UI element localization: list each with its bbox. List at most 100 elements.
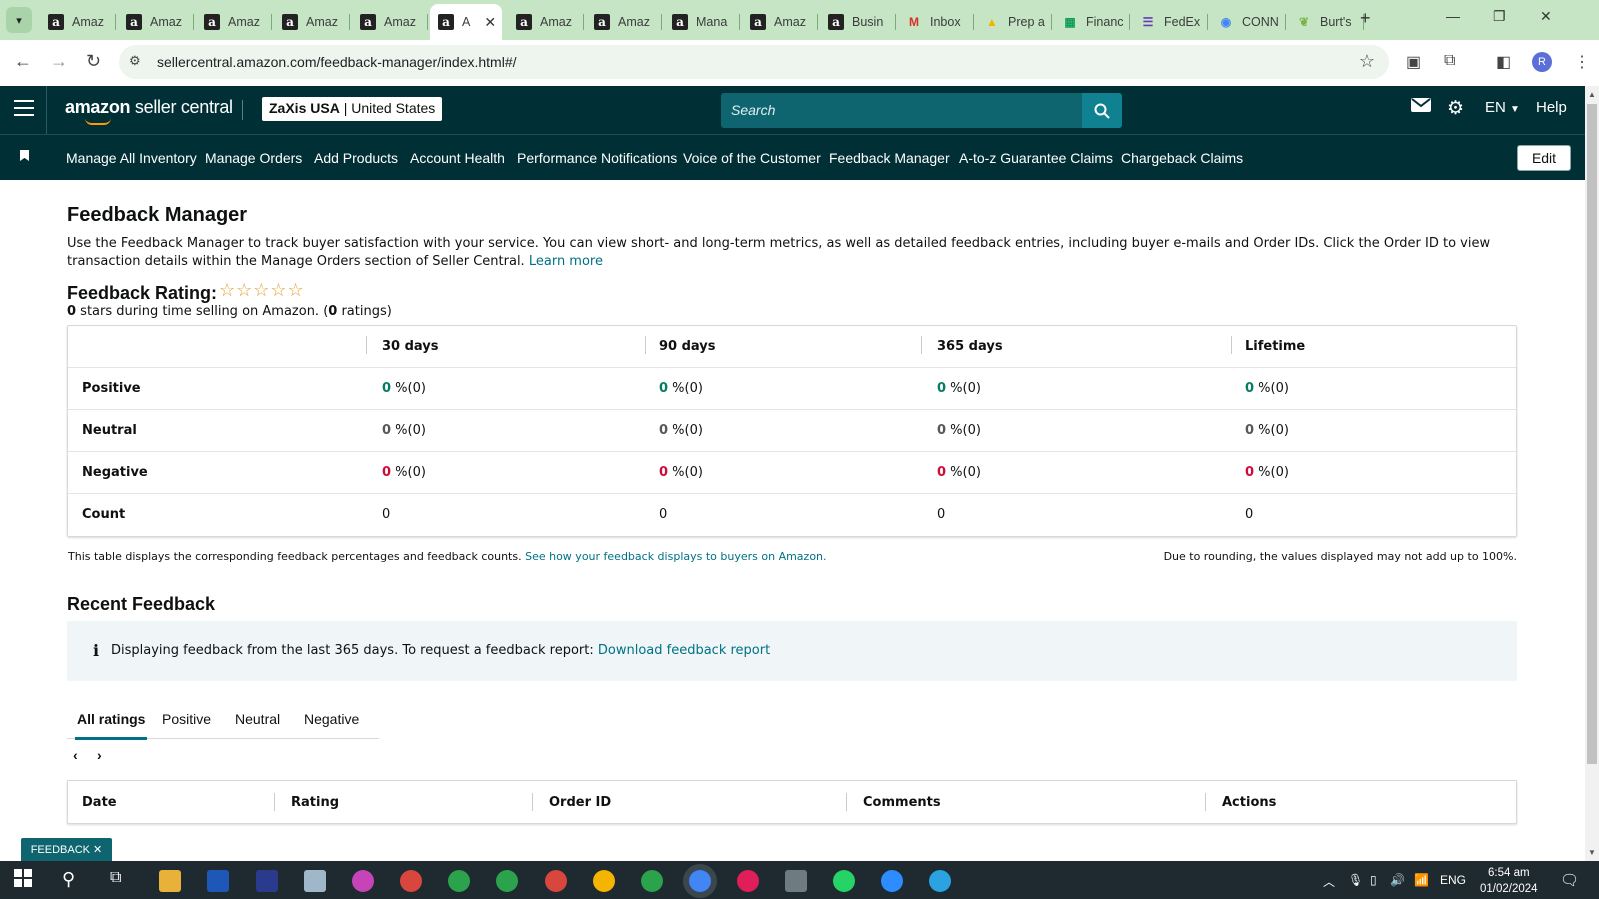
seller-central-logo[interactable]: amazon seller central: [65, 97, 233, 125]
restore-icon[interactable]: ❐: [1493, 8, 1506, 25]
feedback-column-header[interactable]: Comments: [863, 795, 941, 810]
whatsapp-icon[interactable]: [833, 870, 855, 892]
chrome-icon[interactable]: [448, 870, 470, 892]
app-badge-icon[interactable]: [352, 870, 374, 892]
settings-gear-icon[interactable]: ⚙: [1447, 97, 1464, 120]
profile-avatar[interactable]: R: [1532, 52, 1552, 72]
mail-icon[interactable]: [1411, 97, 1431, 117]
browser-tab[interactable]: M Inbox: [898, 6, 974, 38]
nav-item-account-health[interactable]: Account Health: [410, 150, 505, 166]
browser-tab[interactable]: a Amaz: [118, 6, 194, 38]
language-selector[interactable]: EN ▼: [1485, 99, 1520, 116]
close-tab-icon[interactable]: ✕: [484, 14, 496, 31]
browser-tab[interactable]: a Amaz: [586, 6, 662, 38]
nav-item-manage-all-inventory[interactable]: Manage All Inventory: [66, 150, 197, 166]
browser-menu-icon[interactable]: ⋮: [1574, 52, 1590, 72]
file-explorer-icon[interactable]: [159, 870, 181, 892]
extension-icon[interactable]: ▣: [1406, 52, 1421, 72]
store-selector[interactable]: ZaXis USA | United States: [262, 97, 443, 121]
browser-tab[interactable]: a Busin: [820, 6, 896, 38]
browser-tab[interactable]: ❦ Burt's: [1288, 6, 1364, 38]
feedback-column-header[interactable]: Order ID: [549, 795, 611, 810]
nav-item-chargeback-claims[interactable]: Chargeback Claims: [1121, 150, 1243, 166]
browser-tab[interactable]: ▦ Financ: [1054, 6, 1130, 38]
feedback-widget-button[interactable]: FEEDBACK ✕: [21, 838, 112, 862]
browser-tab[interactable]: a Amaz: [40, 6, 116, 38]
learn-more-link[interactable]: Learn more: [529, 254, 603, 269]
tab-search-button[interactable]: ▾: [6, 7, 32, 33]
chrome-icon[interactable]: [593, 870, 615, 892]
calculator-icon[interactable]: [785, 870, 807, 892]
feedback-column-header[interactable]: Actions: [1222, 795, 1276, 810]
tab-all-ratings[interactable]: All ratings: [74, 711, 148, 740]
new-tab-button[interactable]: +: [1360, 8, 1371, 29]
reload-icon[interactable]: ↻: [86, 51, 101, 72]
browser-tab[interactable]: a Amaz: [352, 6, 428, 38]
help-link[interactable]: Help: [1536, 99, 1567, 116]
back-icon[interactable]: ←: [14, 51, 32, 72]
tray-chevron-icon[interactable]: ︿: [1323, 873, 1335, 890]
chrome-icon[interactable]: [641, 870, 663, 892]
system-clock[interactable]: 6:54 am 01/02/2024: [1480, 865, 1538, 897]
side-panel-icon[interactable]: ◧: [1496, 52, 1511, 72]
feedback-column-header[interactable]: Rating: [291, 795, 339, 810]
search-taskbar-icon[interactable]: ⚲: [62, 869, 75, 890]
scroll-up-icon[interactable]: ▲: [1588, 90, 1596, 99]
browser-tab[interactable]: a A ✕: [430, 4, 502, 40]
notifications-icon[interactable]: 🗨: [1560, 871, 1579, 889]
scroll-down-icon[interactable]: ▼: [1588, 848, 1596, 857]
nav-item-add-products[interactable]: Add Products: [314, 150, 398, 166]
bookmark-icon[interactable]: [20, 150, 29, 161]
notes-icon[interactable]: [304, 870, 326, 892]
buyer-display-link[interactable]: See how your feedback displays to buyers…: [525, 550, 826, 563]
feedback-column-header[interactable]: Date: [82, 795, 117, 810]
next-page-icon[interactable]: ›: [97, 747, 102, 763]
app-icon[interactable]: [256, 870, 278, 892]
bookmark-star-icon[interactable]: ☆: [1359, 51, 1375, 72]
tab-neutral[interactable]: Neutral: [235, 711, 280, 727]
browser-tab[interactable]: a Amaz: [196, 6, 272, 38]
browser-tab[interactable]: ◉ CONN: [1210, 6, 1286, 38]
chrome-icon[interactable]: [689, 870, 711, 892]
page-scrollbar[interactable]: ▲ ▼: [1585, 86, 1599, 861]
nav-item-a-to-z-guarantee-claims[interactable]: A-to-z Guarantee Claims: [959, 150, 1113, 166]
download-report-link[interactable]: Download feedback report: [598, 643, 770, 658]
scroll-thumb[interactable]: [1587, 104, 1597, 764]
nav-item-feedback-manager[interactable]: Feedback Manager: [829, 150, 950, 166]
slack-icon[interactable]: [737, 870, 759, 892]
url-text[interactable]: sellercentral.amazon.com/feedback-manage…: [157, 54, 517, 70]
microphone-icon[interactable]: 🎙: [1348, 873, 1363, 887]
browser-tab[interactable]: a Amaz: [274, 6, 350, 38]
edit-nav-button[interactable]: Edit: [1517, 145, 1571, 171]
search-input[interactable]: [721, 93, 1082, 127]
windows-start-icon[interactable]: [14, 869, 32, 892]
chrome-icon[interactable]: [545, 870, 567, 892]
volume-icon[interactable]: 🔊: [1390, 873, 1405, 887]
browser-tab[interactable]: a Mana: [664, 6, 740, 38]
address-bar[interactable]: ⚙ sellercentral.amazon.com/feedback-mana…: [119, 45, 1389, 79]
chrome-icon[interactable]: [496, 870, 518, 892]
site-info-icon[interactable]: ⚙: [129, 53, 141, 69]
task-view-icon[interactable]: ⧉: [110, 869, 121, 887]
word-icon[interactable]: [207, 870, 229, 892]
nav-item-performance-notifications[interactable]: Performance Notifications: [517, 150, 677, 166]
tab-negative[interactable]: Negative: [304, 711, 359, 727]
battery-icon[interactable]: ▯: [1370, 873, 1377, 887]
chrome-icon[interactable]: [400, 870, 422, 892]
browser-tab[interactable]: a Amaz: [508, 6, 584, 38]
nav-item-voice-of-the-customer[interactable]: Voice of the Customer: [683, 150, 821, 166]
nav-item-manage-orders[interactable]: Manage Orders: [205, 150, 302, 166]
search-field[interactable]: [721, 93, 1082, 128]
input-language[interactable]: ENG: [1440, 873, 1466, 887]
browser-tab[interactable]: a Amaz: [742, 6, 818, 38]
search-button[interactable]: [1082, 93, 1122, 128]
zoom-icon[interactable]: [881, 870, 903, 892]
hamburger-menu-icon[interactable]: [14, 100, 34, 121]
extensions-puzzle-icon[interactable]: ⧉: [1444, 52, 1455, 70]
browser-tab[interactable]: ▲ Prep a: [976, 6, 1052, 38]
tab-positive[interactable]: Positive: [162, 711, 211, 727]
forward-icon[interactable]: →: [50, 51, 68, 72]
browser-tab[interactable]: ☰ FedEx: [1132, 6, 1208, 38]
prev-page-icon[interactable]: ‹: [73, 747, 78, 763]
close-window-icon[interactable]: ✕: [1540, 8, 1552, 25]
